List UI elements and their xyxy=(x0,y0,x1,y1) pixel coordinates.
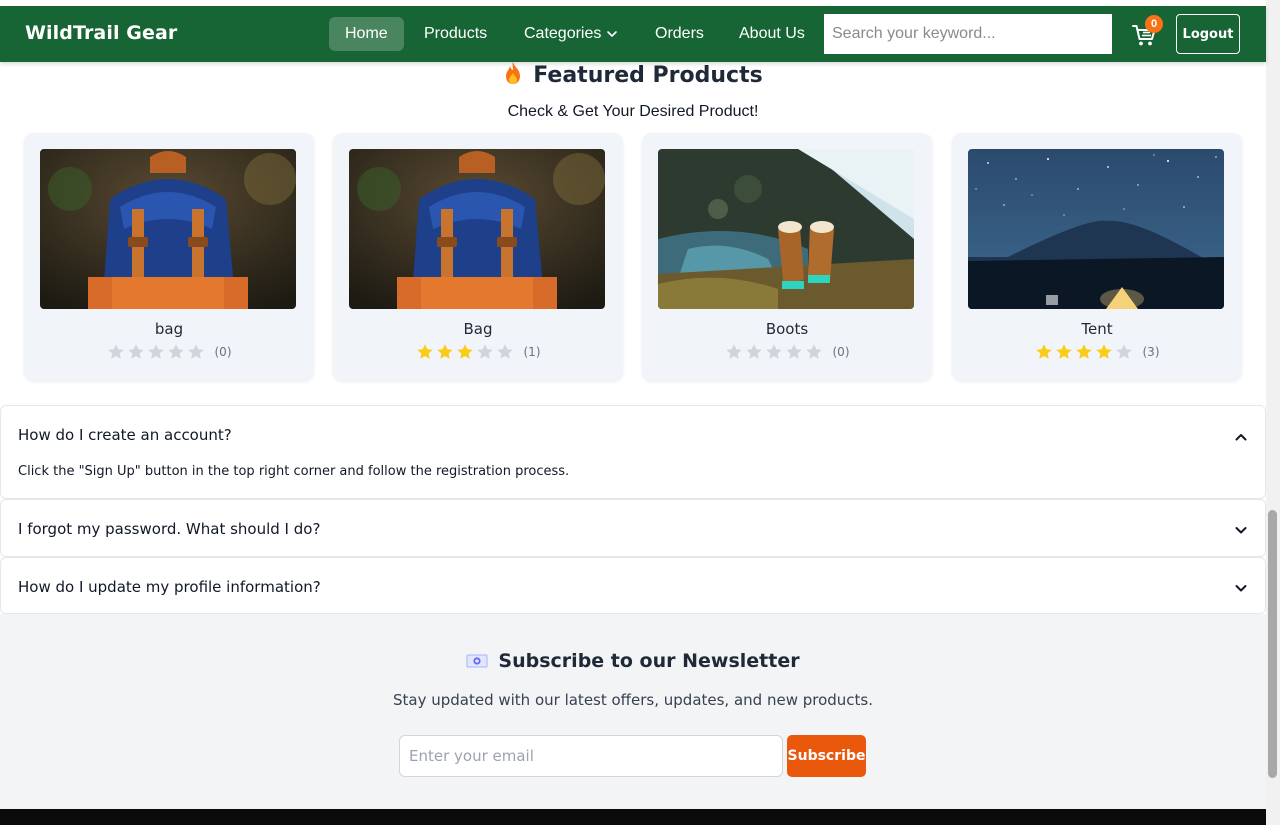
star-icon xyxy=(416,344,433,359)
star-icon xyxy=(436,344,453,359)
product-card[interactable]: Bag (1) xyxy=(333,133,623,381)
product-card[interactable]: bag (0) xyxy=(24,133,314,381)
faq-question[interactable]: How do I create an account? xyxy=(18,426,232,444)
star-icon xyxy=(1095,344,1112,359)
star-rating: (0) xyxy=(24,343,314,361)
faq-question[interactable]: I forgot my password. What should I do? xyxy=(18,520,320,538)
page: WildTrail Gear Home Products Categories … xyxy=(0,0,1280,825)
star-icon xyxy=(496,344,513,359)
search-input[interactable] xyxy=(824,14,1112,54)
star-icon xyxy=(805,344,822,359)
featured-products-heading: Featured Products xyxy=(0,61,1266,88)
star-icon xyxy=(785,344,802,359)
newsletter-heading: Subscribe to our Newsletter xyxy=(0,650,1266,672)
star-icon xyxy=(1075,344,1092,359)
faq-item: I forgot my password. What should I do? xyxy=(0,499,1266,557)
star-rating: (1) xyxy=(333,343,623,361)
star-icon xyxy=(1035,344,1052,359)
newsletter-subtitle: Stay updated with our latest offers, upd… xyxy=(392,691,874,709)
faq-question[interactable]: How do I update my profile information? xyxy=(18,578,321,596)
product-image-tent[interactable] xyxy=(968,149,1224,309)
tent-night-sky-photo xyxy=(968,149,1224,309)
star-rating: (0) xyxy=(642,343,932,361)
product-card[interactable]: Tent (3) xyxy=(952,133,1242,381)
chevron-down-icon xyxy=(607,31,618,37)
backpack-photo xyxy=(349,149,605,309)
featured-title: Featured Products xyxy=(533,63,763,88)
product-image-backpack[interactable] xyxy=(40,149,296,309)
hiking-boots-photo xyxy=(658,149,914,309)
faq-item: How do I create an account? Click the "S… xyxy=(0,405,1266,499)
newsletter-section: Subscribe to our Newsletter Stay updated… xyxy=(0,614,1266,809)
product-name[interactable]: Bag xyxy=(333,320,623,338)
product-name[interactable]: bag xyxy=(24,320,314,338)
nav-orders[interactable]: Orders xyxy=(639,17,720,51)
product-image-boots[interactable] xyxy=(658,149,914,309)
chevron-down-icon[interactable] xyxy=(1233,580,1249,596)
navbar: WildTrail Gear Home Products Categories … xyxy=(0,6,1266,62)
nav-home[interactable]: Home xyxy=(329,17,404,51)
nav-categories-label: Categories xyxy=(524,25,602,42)
fire-icon xyxy=(506,62,521,84)
cart-count-badge: 0 xyxy=(1145,15,1163,33)
star-icon xyxy=(765,344,782,359)
faq-item: How do I update my profile information? xyxy=(0,557,1266,614)
review-count: (3) xyxy=(1142,345,1160,359)
chevron-down-icon[interactable] xyxy=(1233,522,1249,538)
featured-subtitle: Check & Get Your Desired Product! xyxy=(507,103,759,120)
faq-answer: Click the "Sign Up" button in the top ri… xyxy=(18,464,570,479)
star-icon xyxy=(127,344,144,359)
review-count: (0) xyxy=(832,345,850,359)
product-card[interactable]: Boots (0) xyxy=(642,133,932,381)
star-icon xyxy=(187,344,204,359)
star-icon xyxy=(1055,344,1072,359)
star-icon xyxy=(476,344,493,359)
brand-logo[interactable]: WildTrail Gear xyxy=(25,22,177,44)
review-count: (1) xyxy=(523,345,541,359)
product-name[interactable]: Boots xyxy=(642,320,932,338)
scrollbar-thumb[interactable] xyxy=(1268,510,1277,778)
nav-categories[interactable]: Categories xyxy=(508,17,635,51)
star-icon xyxy=(1115,344,1132,359)
logout-button[interactable]: Logout xyxy=(1176,14,1240,54)
star-icon xyxy=(745,344,762,359)
footer xyxy=(0,809,1266,825)
subscribe-button[interactable]: Subscribe xyxy=(787,735,866,777)
star-rating: (3) xyxy=(952,343,1242,361)
star-icon xyxy=(107,344,124,359)
star-icon xyxy=(456,344,473,359)
review-count: (0) xyxy=(214,345,232,359)
nav-products[interactable]: Products xyxy=(408,17,503,51)
envelope-icon xyxy=(466,654,488,668)
product-image-backpack[interactable] xyxy=(349,149,605,309)
email-field[interactable] xyxy=(399,735,783,777)
newsletter-title: Subscribe to our Newsletter xyxy=(498,650,800,672)
product-name[interactable]: Tent xyxy=(952,320,1242,338)
nav-about-us[interactable]: About Us xyxy=(723,17,821,51)
chevron-up-icon[interactable] xyxy=(1233,429,1249,445)
backpack-photo xyxy=(40,149,296,309)
star-icon xyxy=(725,344,742,359)
star-icon xyxy=(147,344,164,359)
star-icon xyxy=(167,344,184,359)
